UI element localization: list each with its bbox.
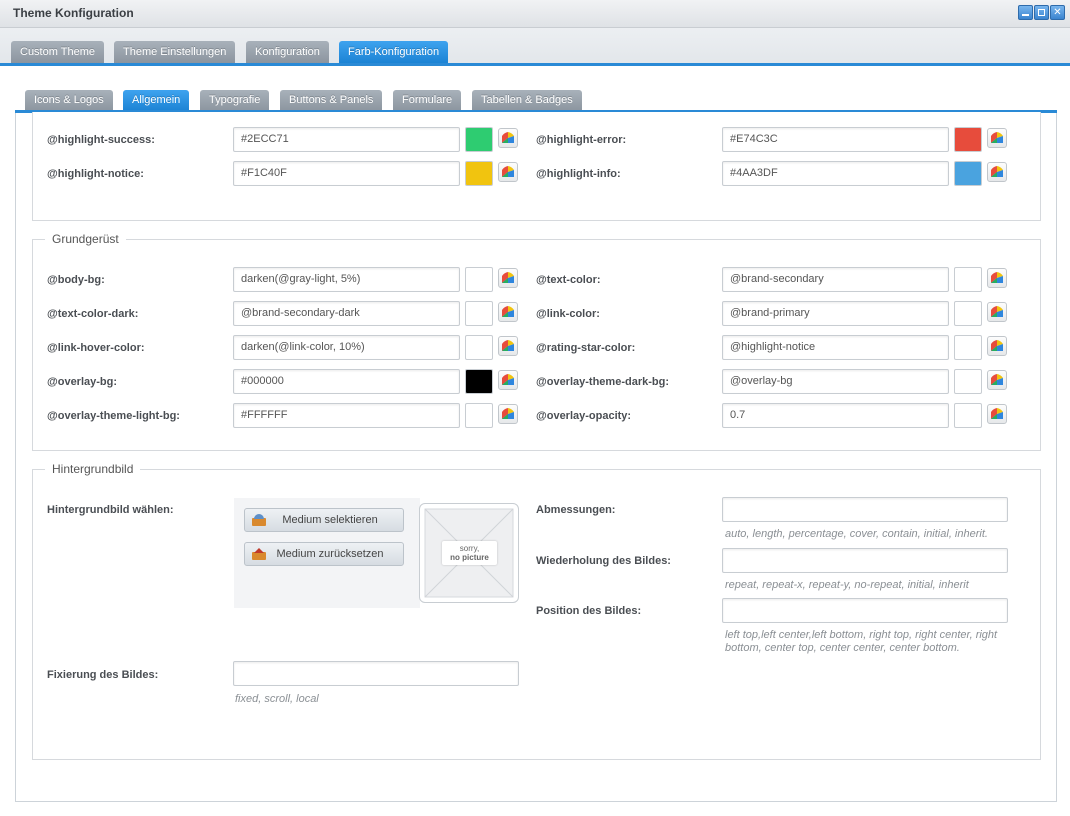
tab-theme-einstellungen[interactable]: Theme Einstellungen <box>114 41 236 63</box>
reset-medium-label: Medium zurücksetzen <box>276 548 384 560</box>
overlay-bg-input[interactable]: #000000 <box>233 369 460 394</box>
window-title: Theme Konfiguration <box>13 6 134 20</box>
tab-typografie[interactable]: Typografie <box>200 90 270 111</box>
image-preview: sorry, no picture <box>419 503 519 603</box>
body-bg-input[interactable]: darken(@gray-light, 5%) <box>233 267 460 292</box>
text-color-label: @text-color: <box>536 274 601 286</box>
color-picker-icon[interactable] <box>498 162 518 182</box>
rating-star-color-input[interactable]: @highlight-notice <box>722 335 949 360</box>
highlight-info-swatch <box>954 161 982 186</box>
no-picture-label: sorry, no picture <box>442 541 497 565</box>
highlight-info-input[interactable]: #4AA3DF <box>722 161 949 186</box>
close-icon[interactable]: ✕ <box>1050 5 1065 20</box>
position-hint-line1: left top,left center,left bottom, right … <box>725 629 998 641</box>
dimensions-label: Abmessungen: <box>536 504 616 516</box>
highlight-error-label: @highlight-error: <box>536 134 627 146</box>
grundgeruest-legend: Grundgerüst <box>45 232 126 246</box>
reset-medium-button[interactable]: Medium zurücksetzen <box>244 542 404 566</box>
link-hover-color-label: @link-hover-color: <box>47 342 145 354</box>
window-titlebar: Theme Konfiguration ✕ <box>0 0 1070 28</box>
color-picker-icon[interactable] <box>987 404 1007 424</box>
text-color-dark-swatch <box>465 301 493 326</box>
no-picture-line2: no picture <box>450 553 489 562</box>
color-picker-icon[interactable] <box>498 404 518 424</box>
tab-allgemein[interactable]: Allgemein <box>123 90 190 111</box>
color-picker-icon[interactable] <box>987 302 1007 322</box>
position-label: Position des Bildes: <box>536 605 642 617</box>
highlight-error-swatch <box>954 127 982 152</box>
color-picker-icon[interactable] <box>498 302 518 322</box>
text-color-swatch <box>954 267 982 292</box>
position-hint-line2: bottom, center top, center center, cente… <box>725 642 960 654</box>
highlight-notice-input[interactable]: #F1C40F <box>233 161 460 186</box>
overlay-theme-dark-bg-label: @overlay-theme-dark-bg: <box>536 376 669 388</box>
select-medium-label: Medium selektieren <box>282 514 378 526</box>
tab-buttons-panels[interactable]: Buttons & Panels <box>280 90 383 111</box>
select-medium-button[interactable]: Medium selektieren <box>244 508 404 532</box>
rating-star-color-swatch <box>954 335 982 360</box>
color-picker-icon[interactable] <box>987 336 1007 356</box>
overlay-theme-light-bg-label: @overlay-theme-light-bg: <box>47 410 180 422</box>
highlight-success-swatch <box>465 127 493 152</box>
link-color-input[interactable]: @brand-primary <box>722 301 949 326</box>
main-tab-underline <box>0 63 1070 66</box>
tab-farb-konfiguration[interactable]: Farb-Konfiguration <box>339 41 449 63</box>
tab-icons-logos[interactable]: Icons & Logos <box>25 90 113 111</box>
attachment-hint: fixed, scroll, local <box>235 693 319 705</box>
position-input[interactable] <box>722 598 1008 623</box>
highlight-notice-swatch <box>465 161 493 186</box>
overlay-opacity-input[interactable]: 0.7 <box>722 403 949 428</box>
body-bg-label: @body-bg: <box>47 274 105 286</box>
background-image-choose-label: Hintergrundbild wählen: <box>47 504 174 516</box>
link-color-swatch <box>954 301 982 326</box>
color-picker-icon[interactable] <box>987 370 1007 390</box>
overlay-theme-light-bg-input[interactable]: #FFFFFF <box>233 403 460 428</box>
text-color-dark-input[interactable]: @brand-secondary-dark <box>233 301 460 326</box>
maximize-icon[interactable] <box>1034 5 1049 20</box>
rating-star-color-label: @rating-star-color: <box>536 342 636 354</box>
overlay-theme-light-bg-swatch <box>465 403 493 428</box>
text-color-input[interactable]: @brand-secondary <box>722 267 949 292</box>
overlay-opacity-label: @overlay-opacity: <box>536 410 632 422</box>
overlay-theme-dark-bg-input[interactable]: @overlay-bg <box>722 369 949 394</box>
hintergrundbild-legend: Hintergrundbild <box>45 462 141 476</box>
overlay-theme-dark-bg-swatch <box>954 369 982 394</box>
color-picker-icon[interactable] <box>498 268 518 288</box>
highlight-notice-label: @highlight-notice: <box>47 168 144 180</box>
minimize-icon[interactable] <box>1018 5 1033 20</box>
highlight-info-label: @highlight-info: <box>536 168 621 180</box>
body-bg-swatch <box>465 267 493 292</box>
overlay-opacity-swatch <box>954 403 982 428</box>
color-picker-icon[interactable] <box>498 370 518 390</box>
highlight-success-input[interactable]: #2ECC71 <box>233 127 460 152</box>
repeat-input[interactable] <box>722 548 1008 573</box>
overlay-bg-label: @overlay-bg: <box>47 376 118 388</box>
text-color-dark-label: @text-color-dark: <box>47 308 139 320</box>
tab-tabellen-badges[interactable]: Tabellen & Badges <box>472 90 582 111</box>
overlay-bg-swatch <box>465 369 493 394</box>
attachment-input[interactable] <box>233 661 519 686</box>
dimensions-hint: auto, length, percentage, cover, contain… <box>725 528 988 540</box>
link-hover-color-swatch <box>465 335 493 360</box>
tab-custom-theme[interactable]: Custom Theme <box>11 41 104 63</box>
color-picker-icon[interactable] <box>987 268 1007 288</box>
highlight-error-input[interactable]: #E74C3C <box>722 127 949 152</box>
attachment-label: Fixierung des Bildes: <box>47 669 159 681</box>
link-color-label: @link-color: <box>536 308 600 320</box>
color-picker-icon[interactable] <box>987 128 1007 148</box>
dimensions-input[interactable] <box>722 497 1008 522</box>
link-hover-color-input[interactable]: darken(@link-color, 10%) <box>233 335 460 360</box>
color-picker-icon[interactable] <box>498 128 518 148</box>
color-picker-icon[interactable] <box>987 162 1007 182</box>
tab-formulare[interactable]: Formulare <box>393 90 462 111</box>
no-picture-line1: sorry, <box>459 544 480 553</box>
color-picker-icon[interactable] <box>498 336 518 356</box>
tab-konfiguration[interactable]: Konfiguration <box>246 41 329 63</box>
repeat-label: Wiederholung des Bildes: <box>536 555 671 567</box>
highlight-success-label: @highlight-success: <box>47 134 155 146</box>
repeat-hint: repeat, repeat-x, repeat-y, no-repeat, i… <box>725 579 969 591</box>
